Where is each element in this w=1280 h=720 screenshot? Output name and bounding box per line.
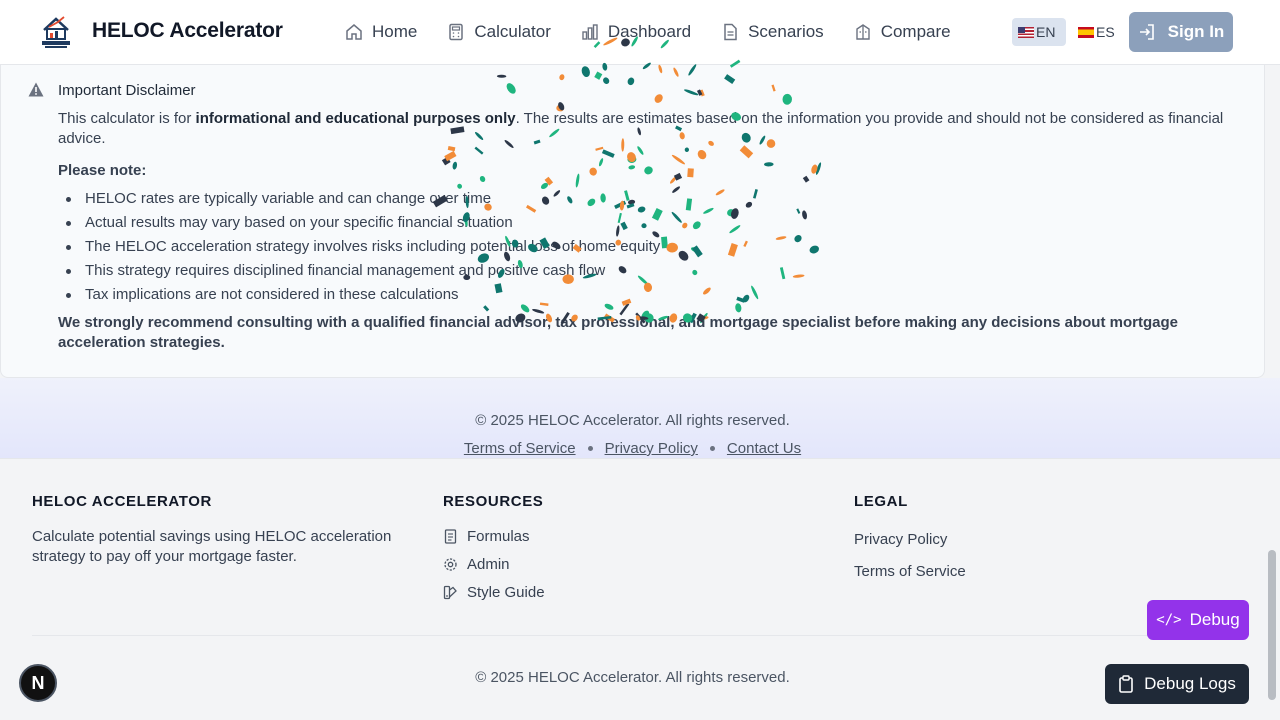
nav-compare-label: Compare: [880, 22, 951, 41]
legal-privacy-link[interactable]: Privacy Policy: [854, 531, 947, 548]
nav-home[interactable]: Home: [345, 12, 417, 52]
list-item: The HELOC acceleration strategy involves…: [58, 235, 660, 259]
gear-icon: [444, 558, 457, 571]
calculator-icon: [449, 23, 464, 41]
page-scrollbar[interactable]: [1268, 550, 1276, 700]
disclaimer-list: HELOC rates are typically variable and c…: [58, 187, 660, 307]
top-navbar: HELOC Accelerator Home Calculator Dashbo…: [0, 0, 1280, 65]
nav-dashboard[interactable]: Dashboard: [581, 12, 691, 52]
resource-formulas-link[interactable]: Formulas: [443, 528, 530, 545]
language-en-button[interactable]: EN: [1012, 18, 1066, 46]
footer-copyright: © 2025 HELOC Accelerator. All rights res…: [475, 669, 790, 686]
heloc-logo[interactable]: [40, 14, 72, 50]
resources-heading: RESOURCES: [443, 493, 544, 510]
sign-in-label: Sign In: [1167, 22, 1225, 41]
band-links: Terms of Service Privacy Policy Contact …: [0, 440, 1265, 457]
privacy-link[interactable]: Privacy Policy: [605, 440, 698, 457]
debug-label: Debug: [1189, 610, 1240, 629]
about-heading: HELOC ACCELERATOR: [32, 493, 212, 510]
disclaimer-panel: Important Disclaimer This calculator is …: [0, 65, 1265, 378]
separator-dot: [587, 446, 593, 451]
main-nav: Home Calculator Dashboard Scenarios Comp…: [345, 0, 981, 64]
recommendation-text: We strongly recommend consulting with a …: [58, 314, 1178, 351]
lang-en-label: EN: [1036, 24, 1056, 40]
resource-admin-link[interactable]: Admin: [443, 556, 510, 573]
disclaimer-intro: This calculator is for informational and…: [58, 109, 1228, 149]
scale-icon: [855, 24, 870, 40]
contact-link[interactable]: Contact Us: [727, 440, 801, 457]
resource-label: Formulas: [467, 528, 530, 545]
footer-divider: [32, 635, 1248, 636]
list-item: Actual results may vary based on your sp…: [58, 211, 660, 235]
resource-style-guide-link[interactable]: Style Guide: [443, 584, 545, 601]
warning-icon: [28, 82, 44, 97]
bar-chart-icon: [582, 24, 598, 40]
lang-es-label: ES: [1096, 24, 1115, 40]
band-copyright: © 2025 HELOC Accelerator. All rights res…: [475, 412, 790, 429]
nextjs-dev-badge[interactable]: N: [19, 664, 57, 702]
list-item: Tax implications are not considered in t…: [58, 283, 660, 307]
sign-in-button[interactable]: Sign In: [1129, 12, 1233, 52]
code-icon: </>: [1156, 612, 1182, 628]
debug-button[interactable]: </> Debug: [1147, 600, 1249, 640]
list-item: HELOC rates are typically variable and c…: [58, 187, 660, 211]
legal-terms-link[interactable]: Terms of Service: [854, 563, 966, 580]
resource-label: Style Guide: [467, 584, 545, 601]
home-icon: [346, 24, 362, 40]
clipboard-icon: [1119, 675, 1133, 693]
spain-flag-icon: [1078, 26, 1094, 38]
nav-calculator[interactable]: Calculator: [447, 12, 551, 52]
please-note-label: Please note:: [58, 162, 147, 179]
legal-heading: LEGAL: [854, 493, 908, 510]
document-icon: [444, 529, 457, 544]
us-flag-icon: [1018, 26, 1034, 38]
about-text: Calculate potential savings using HELOC …: [32, 528, 392, 565]
intro-bold: informational and educational purposes o…: [195, 110, 516, 127]
separator-dot: [709, 446, 715, 451]
terms-link[interactable]: Terms of Service: [464, 440, 576, 457]
language-es-button[interactable]: ES: [1072, 18, 1122, 46]
nav-calculator-label: Calculator: [474, 22, 551, 41]
palette-icon: [443, 585, 457, 600]
resource-label: Admin: [467, 556, 510, 573]
debug-logs-label: Debug Logs: [1144, 674, 1236, 693]
nav-scenarios[interactable]: Scenarios: [721, 12, 824, 52]
nav-scenarios-label: Scenarios: [748, 22, 824, 41]
footer-band: © 2025 HELOC Accelerator. All rights res…: [0, 378, 1280, 459]
intro-prefix: This calculator is for: [58, 110, 196, 127]
list-item: This strategy requires disciplined finan…: [58, 259, 660, 283]
nav-dashboard-label: Dashboard: [607, 22, 692, 41]
login-icon: [1139, 24, 1154, 40]
brand-title[interactable]: HELOC Accelerator: [92, 19, 283, 43]
nav-compare[interactable]: Compare: [854, 12, 951, 52]
debug-logs-button[interactable]: Debug Logs: [1105, 664, 1249, 704]
file-icon: [724, 23, 737, 41]
nav-home-label: Home: [372, 22, 418, 41]
disclaimer-title: Important Disclaimer: [58, 82, 196, 99]
